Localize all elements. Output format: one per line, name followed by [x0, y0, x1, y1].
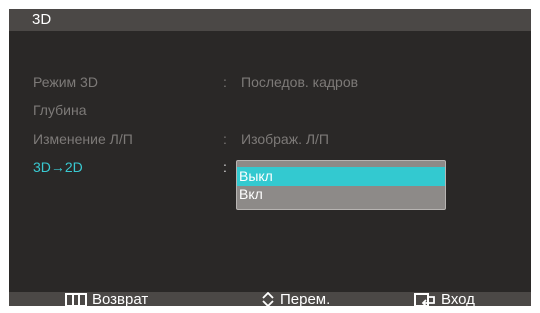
separator: :	[223, 131, 227, 147]
move-icon	[261, 291, 275, 310]
menu-item-label: Режим 3D	[33, 74, 98, 90]
hint-move[interactable]: Перем.	[261, 291, 331, 310]
hint-move-label: Перем.	[280, 291, 331, 308]
hint-back[interactable]: Возврат	[65, 292, 148, 310]
title-bar: 3D	[9, 9, 531, 31]
hint-enter[interactable]: Вход	[414, 292, 475, 310]
option-on[interactable]: Вкл	[237, 185, 445, 204]
separator: :	[223, 159, 227, 175]
menu-item-value: Изображ. Л/П	[241, 131, 329, 147]
option-dropdown[interactable]: Выкл Вкл	[236, 160, 446, 210]
hint-back-label: Возврат	[92, 291, 149, 308]
menu-item-label: Глубина	[33, 102, 87, 118]
option-off[interactable]: Выкл	[237, 167, 445, 186]
menu-item-label: 3D→2D	[33, 159, 83, 175]
return-icon	[65, 292, 87, 310]
enter-icon	[414, 292, 436, 310]
menu-item-value: Последов. кадров	[241, 74, 359, 90]
menu-item-label: Изменение Л/П	[33, 131, 133, 147]
osd-menu-panel: 3D Режим 3D : Последов. кадров Глубина И…	[9, 9, 531, 308]
menu-title: 3D	[32, 11, 52, 28]
hint-enter-label: Вход	[441, 291, 475, 308]
hint-bar: Возврат Перем. Вход	[9, 291, 531, 308]
separator: :	[223, 74, 227, 90]
